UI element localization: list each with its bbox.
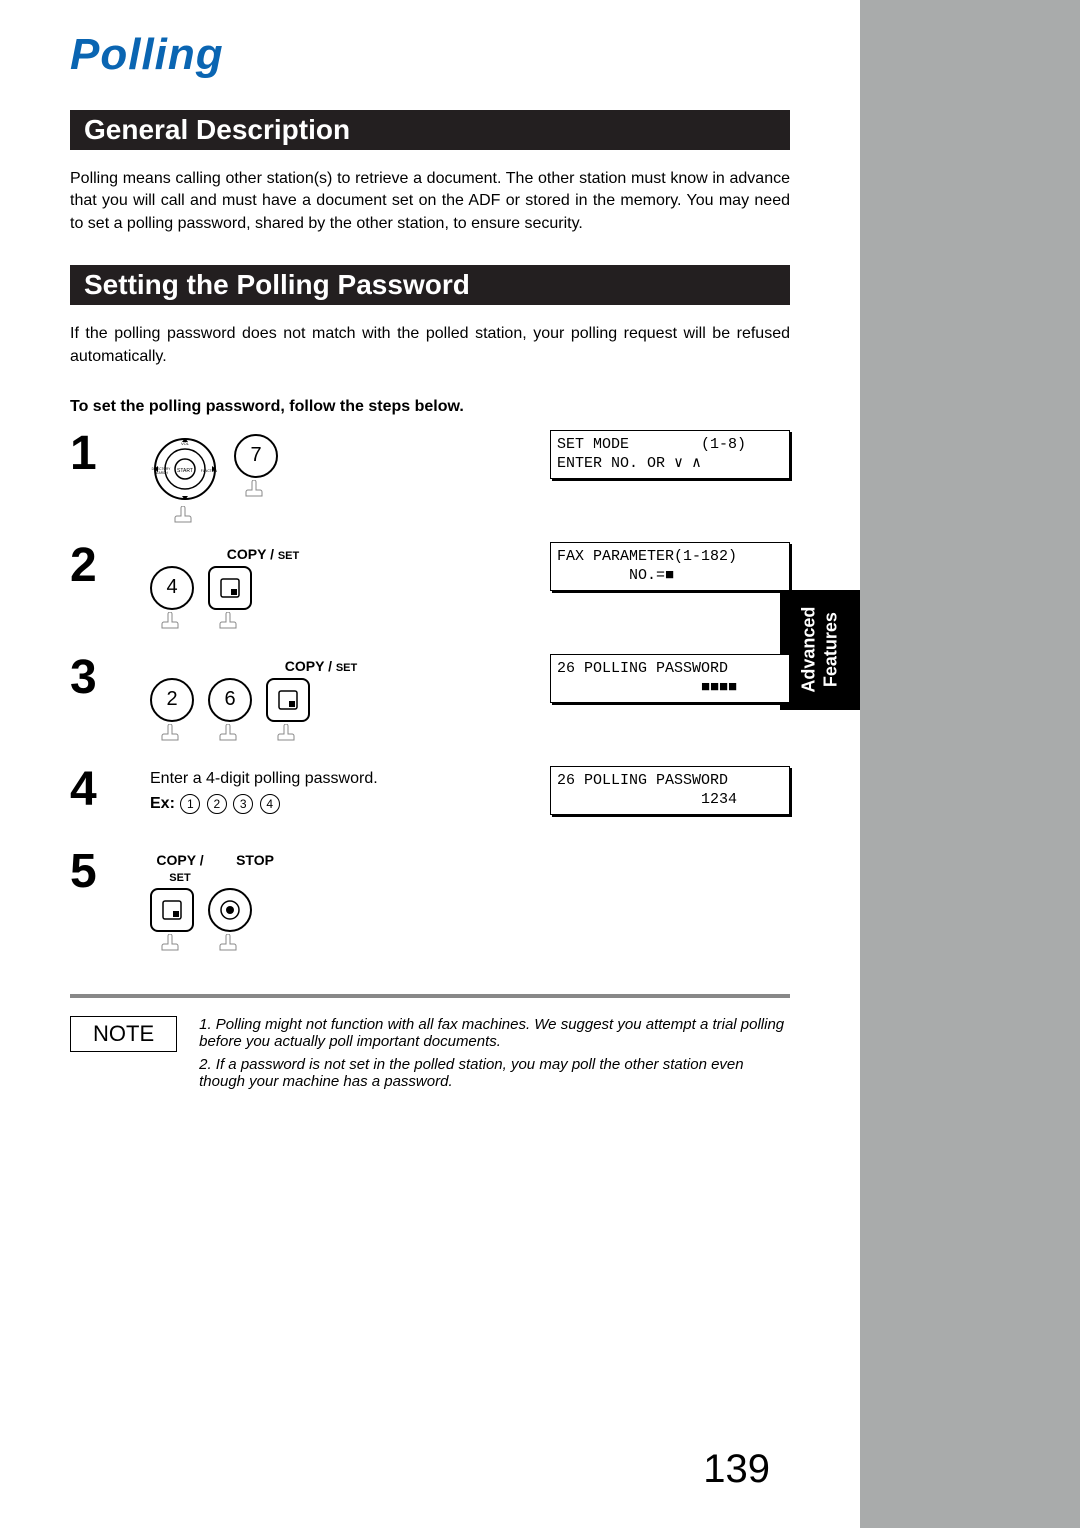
set-key-icon	[266, 678, 310, 722]
stop-key-icon	[208, 888, 252, 932]
section-heading-general: General Description	[70, 110, 790, 150]
hand-press-icon	[216, 612, 244, 632]
hand-press-icon	[158, 724, 186, 744]
step-number: 1	[70, 430, 150, 478]
key-2: 2	[150, 678, 194, 744]
svg-text:FUNCTION: FUNCTION	[201, 469, 218, 473]
set-key-icon	[208, 566, 252, 610]
hand-press-icon	[242, 480, 270, 500]
section-heading-setting: Setting the Polling Password	[70, 265, 790, 305]
step-row: 3 COPY / SET 2 6	[70, 654, 790, 754]
note-item: 2. If a password is not set in the polle…	[199, 1056, 790, 1090]
hand-press-icon	[158, 612, 186, 632]
copyset-key	[208, 566, 252, 632]
lcd-display: SET MODE (1-8) ENTER NO. OR ∨ ∧	[550, 430, 790, 479]
copyset-small: SET	[278, 550, 299, 562]
keypad-digit: 6	[208, 678, 252, 722]
ex-digit: 3	[233, 794, 253, 814]
copyset-label: COPY /	[285, 658, 332, 674]
key-4: 4	[150, 566, 194, 632]
key-7: 7	[234, 434, 278, 500]
copyset-small: SET	[169, 872, 190, 884]
copyset-label: COPY /	[227, 546, 274, 562]
step-number: 5	[70, 848, 150, 896]
function-dial: START VOL DIRECTORY SEARCH FUNCTION	[150, 434, 220, 526]
svg-text:START: START	[177, 468, 193, 474]
stop-key	[208, 888, 252, 954]
hand-press-icon	[216, 934, 244, 954]
keypad-digit: 4	[150, 566, 194, 610]
set-key-icon	[150, 888, 194, 932]
svg-text:SEARCH: SEARCH	[154, 471, 168, 475]
hand-press-icon	[171, 506, 199, 526]
copyset-key	[266, 678, 310, 744]
hand-press-icon	[274, 724, 302, 744]
hand-press-icon	[158, 934, 186, 954]
steps-area: 1 START VOL DIRECTORY SEARCH FUNCTION	[70, 430, 790, 954]
ex-label: Ex:	[150, 795, 175, 812]
step-number: 2	[70, 542, 150, 590]
lcd-display: 26 POLLING PASSWORD ■■■■	[550, 654, 790, 703]
keypad-digit: 7	[234, 434, 278, 478]
page-number: 139	[703, 1447, 770, 1492]
keypad-digit: 2	[150, 678, 194, 722]
step-number: 3	[70, 654, 150, 702]
copyset-label: COPY /	[156, 852, 203, 868]
step-row: 4 Enter a 4-digit polling password. Ex: …	[70, 766, 790, 836]
copyset-small: SET	[336, 662, 357, 674]
setting-intro: If the polling password does not match w…	[70, 323, 790, 368]
note-item: 1. Polling might not function with all f…	[199, 1016, 790, 1050]
ex-digit: 2	[207, 794, 227, 814]
ex-digit: 1	[180, 794, 200, 814]
copyset-key	[150, 888, 194, 954]
key-6: 6	[208, 678, 252, 744]
stop-label: STOP	[230, 852, 280, 884]
note-block: NOTE 1. Polling might not function with …	[70, 994, 790, 1096]
step-number: 4	[70, 766, 150, 814]
general-description-body: Polling means calling other station(s) t…	[70, 168, 790, 235]
step-row: 1 START VOL DIRECTORY SEARCH FUNCTION	[70, 430, 790, 530]
hand-press-icon	[216, 724, 244, 744]
note-label: NOTE	[70, 1016, 177, 1052]
setting-instruction: To set the polling password, follow the …	[70, 398, 790, 416]
page-title: Polling	[70, 30, 790, 80]
lcd-display: FAX PARAMETER(1-182) NO.=■	[550, 542, 790, 591]
step4-text: Enter a 4-digit polling password.	[150, 770, 550, 788]
note-list: 1. Polling might not function with all f…	[199, 1016, 790, 1096]
lcd-display: 26 POLLING PASSWORD 1234	[550, 766, 790, 815]
ex-digit: 4	[260, 794, 280, 814]
step-row: 2 COPY / SET 4	[70, 542, 790, 642]
step-row: 5 COPY / SET STOP	[70, 848, 790, 954]
page-content: Polling General Description Polling mean…	[0, 0, 860, 1528]
right-sidebar	[860, 0, 1080, 1528]
dial-icon: START VOL DIRECTORY SEARCH FUNCTION	[150, 434, 220, 504]
